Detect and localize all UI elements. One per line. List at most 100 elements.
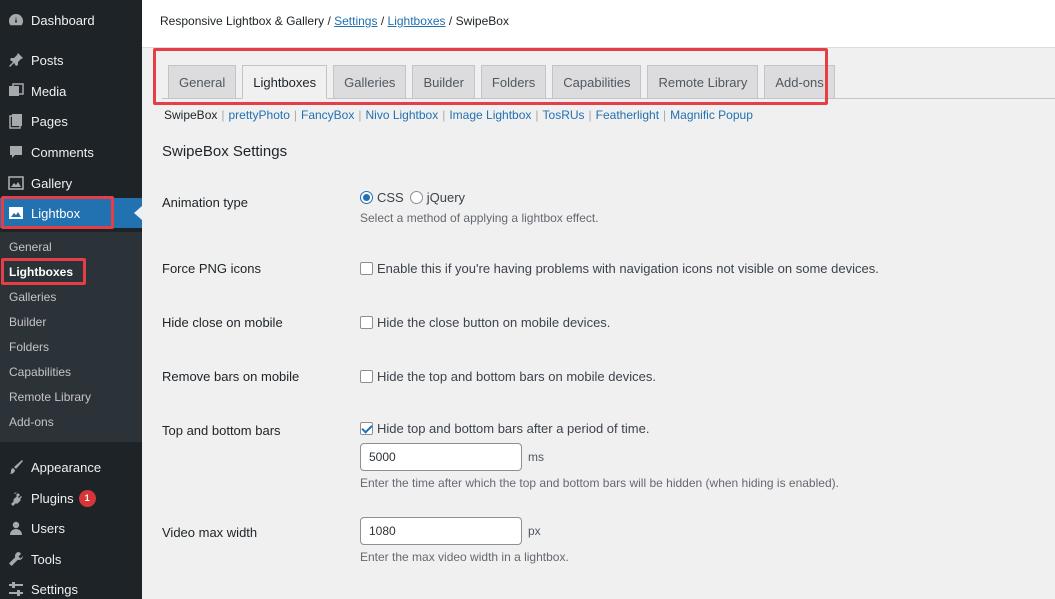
- submenu-item-capabilities[interactable]: Capabilities: [9, 365, 71, 379]
- menu-label: Lightbox: [31, 205, 81, 221]
- menu-label: Pages: [31, 113, 68, 129]
- link-separator: |: [293, 108, 297, 122]
- delay-unit: ms: [528, 450, 544, 464]
- tab-general[interactable]: General: [168, 65, 237, 98]
- menu-label: Posts: [31, 52, 64, 68]
- video-width-unit: px: [528, 524, 541, 538]
- animation-jquery-label: jQuery: [426, 190, 466, 205]
- top-bottom-bars-label: Top and bottom bars: [162, 423, 281, 438]
- script-link-prettyphoto[interactable]: prettyPhoto: [229, 108, 290, 122]
- tab-add-ons[interactable]: Add-ons: [764, 65, 835, 98]
- pages-icon: [6, 111, 26, 131]
- tab-builder[interactable]: Builder: [412, 65, 475, 98]
- script-link-tosrus[interactable]: TosRUs: [543, 108, 585, 122]
- lightbox-submenu: General Lightboxes Galleries Builder Fol…: [0, 232, 142, 442]
- menu-item-dashboard[interactable]: Dashboard: [0, 5, 142, 35]
- submenu-item-galleries[interactable]: Galleries: [9, 290, 56, 304]
- video-max-width-label: Video max width: [162, 525, 258, 540]
- submenu-item-add-ons[interactable]: Add-ons: [9, 415, 54, 429]
- top-bottom-bars-delay-input[interactable]: [360, 443, 522, 471]
- menu-item-appearance[interactable]: Appearance: [0, 452, 142, 482]
- submenu-item-builder[interactable]: Builder: [9, 315, 46, 329]
- menu-label: Tools: [31, 551, 62, 567]
- tab-lightboxes[interactable]: Lightboxes: [242, 65, 328, 99]
- breadcrumb-separator: /: [380, 14, 385, 28]
- top-bottom-bars-checkbox[interactable]: [360, 422, 373, 435]
- menu-label: Comments: [31, 144, 94, 160]
- menu-item-media[interactable]: Media: [0, 76, 142, 106]
- settings-icon: [6, 579, 26, 599]
- menu-item-gallery[interactable]: Gallery: [0, 168, 142, 198]
- wrench-icon: [6, 549, 26, 569]
- force-png-field: Enable this if you're having problems wi…: [360, 261, 879, 276]
- tab-remote-library[interactable]: Remote Library: [647, 65, 759, 98]
- tab-folders[interactable]: Folders: [480, 65, 547, 98]
- script-link-magnific-popup[interactable]: Magnific Popup: [670, 108, 753, 122]
- plugins-update-badge: 1: [78, 489, 96, 507]
- menu-item-users[interactable]: Users: [0, 513, 142, 543]
- tab-capabilities[interactable]: Capabilities: [552, 65, 642, 98]
- main-content: Responsive Lightbox & Gallery / Settings…: [142, 0, 1055, 599]
- remove-bars-checkbox-label: Hide the top and bottom bars on mobile d…: [377, 369, 656, 384]
- menu-label: Gallery: [31, 175, 73, 191]
- hide-close-checkbox-label: Hide the close button on mobile devices.: [377, 315, 611, 330]
- video-max-width-field: px: [360, 517, 541, 545]
- top-bottom-bars-field: Hide top and bottom bars after a period …: [360, 421, 649, 436]
- animation-type-description: Select a method of applying a lightbox e…: [360, 211, 599, 225]
- video-max-width-input[interactable]: [360, 517, 522, 545]
- animation-css-radio[interactable]: [360, 191, 373, 204]
- menu-item-comments[interactable]: Comments: [0, 137, 142, 167]
- user-icon: [6, 518, 26, 538]
- media-icon: [6, 81, 26, 101]
- menu-item-lightbox[interactable]: Lightbox: [0, 198, 142, 228]
- force-png-checkbox[interactable]: [360, 262, 373, 275]
- menu-item-settings[interactable]: Settings: [0, 574, 142, 599]
- animation-jquery-radio[interactable]: [409, 191, 423, 204]
- submenu-item-remote-library[interactable]: Remote Library: [9, 390, 91, 404]
- hide-close-checkbox[interactable]: [360, 316, 373, 329]
- submenu-item-general[interactable]: General: [9, 240, 52, 254]
- remove-bars-field: Hide the top and bottom bars on mobile d…: [360, 369, 656, 384]
- menu-label: Media: [31, 83, 67, 99]
- script-link-featherlight[interactable]: Featherlight: [596, 108, 659, 122]
- link-separator: |: [442, 108, 446, 122]
- remove-bars-label: Remove bars on mobile: [162, 369, 300, 384]
- hide-close-label: Hide close on mobile: [162, 315, 283, 330]
- admin-sidebar: Dashboard Posts Media Pages Comments Gal…: [0, 0, 142, 599]
- page-header: Responsive Lightbox & Gallery / Settings…: [142, 0, 1055, 48]
- plugin-icon: [6, 488, 26, 508]
- script-link-swipebox[interactable]: SwipeBox: [164, 108, 217, 122]
- gallery-icon: [6, 173, 26, 193]
- breadcrumb-root: Responsive Lightbox & Gallery: [160, 14, 325, 28]
- animation-css-label: CSS: [377, 190, 404, 205]
- script-link-image-lightbox[interactable]: Image Lightbox: [449, 108, 531, 122]
- menu-label: Users: [31, 520, 65, 536]
- breadcrumb-current: SwipeBox: [455, 14, 509, 28]
- breadcrumb-separator: /: [448, 14, 453, 28]
- link-separator: |: [663, 108, 667, 122]
- remove-bars-checkbox[interactable]: [360, 370, 373, 383]
- link-separator: |: [535, 108, 539, 122]
- script-link-nivo-lightbox[interactable]: Nivo Lightbox: [365, 108, 438, 122]
- top-bottom-bars-description: Enter the time after which the top and b…: [360, 476, 839, 490]
- breadcrumb-lightboxes-link[interactable]: Lightboxes: [388, 14, 446, 28]
- top-bottom-bars-checkbox-label: Hide top and bottom bars after a period …: [377, 421, 650, 436]
- menu-item-plugins[interactable]: Plugins 1: [0, 483, 142, 513]
- section-title: SwipeBox Settings: [162, 143, 288, 160]
- submenu-item-lightboxes[interactable]: Lightboxes: [9, 265, 73, 279]
- breadcrumb-separator: /: [327, 14, 331, 28]
- force-png-label: Force PNG icons: [162, 261, 261, 276]
- menu-label: Dashboard: [31, 12, 95, 28]
- tab-galleries[interactable]: Galleries: [333, 65, 407, 98]
- menu-item-posts[interactable]: Posts: [0, 45, 142, 75]
- dashboard-icon: [6, 10, 26, 30]
- breadcrumb-settings-link[interactable]: Settings: [334, 14, 377, 28]
- top-bottom-bars-delay-field: ms: [360, 443, 544, 471]
- comment-icon: [6, 142, 26, 162]
- menu-item-pages[interactable]: Pages: [0, 106, 142, 136]
- submenu-item-folders[interactable]: Folders: [9, 340, 49, 354]
- lightbox-icon: [6, 203, 26, 223]
- script-link-fancybox[interactable]: FancyBox: [301, 108, 354, 122]
- menu-item-tools[interactable]: Tools: [0, 544, 142, 574]
- settings-tabs: General Lightboxes Galleries Builder Fol…: [168, 65, 841, 99]
